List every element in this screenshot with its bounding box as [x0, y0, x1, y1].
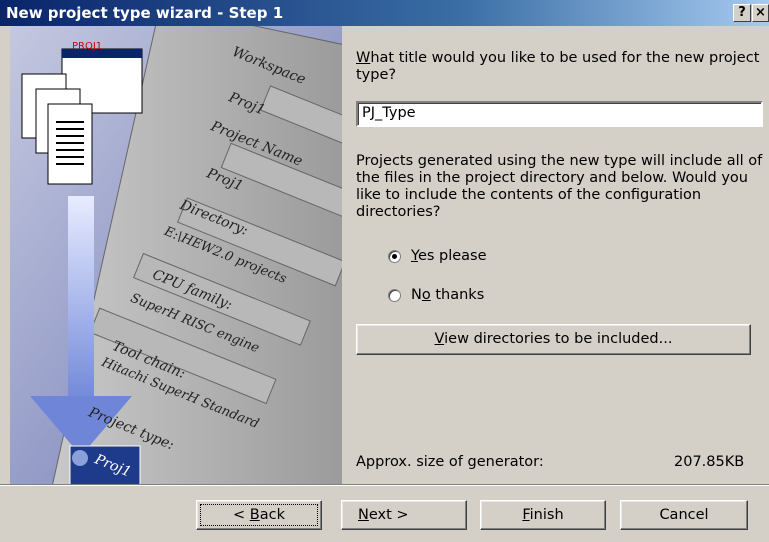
next-button[interactable]: Next >	[341, 500, 467, 530]
radio-indicator[interactable]	[388, 250, 401, 263]
field-value: Proj1	[92, 451, 134, 481]
no-thanks-radio[interactable]: No thanks	[388, 287, 484, 304]
size-label: Approx. size of generator:	[356, 454, 544, 470]
field-value: SuperH RISC engine	[128, 290, 262, 357]
wizard-footer: < Back Next > Finish Cancel	[0, 486, 769, 542]
title-bar: New project type wizard - Step 1 ? ×	[0, 0, 769, 26]
field-label: Workspace	[229, 44, 308, 88]
title-question: What title would you like to be used for…	[356, 50, 760, 83]
size-value: 207.85KB	[674, 454, 745, 470]
field-label: Project Name	[208, 118, 305, 170]
wizard-form: What title would you like to be used for…	[356, 26, 769, 484]
radio-indicator[interactable]	[388, 289, 401, 302]
project-type-title-input[interactable]: PJ_Type	[356, 101, 763, 127]
window-title: New project type wizard - Step 1	[6, 4, 284, 22]
field-value: Proj1	[204, 165, 246, 195]
back-button[interactable]: < Back	[196, 500, 322, 530]
cancel-button[interactable]: Cancel	[620, 500, 748, 530]
yes-please-radio[interactable]: Yes please	[388, 248, 487, 265]
view-directories-button[interactable]: View directories to be included...	[356, 324, 751, 355]
field-label: Project type:	[86, 404, 177, 454]
help-button[interactable]: ?	[733, 4, 751, 22]
field-value: Proj1	[226, 89, 268, 119]
include-question: Projects generated using the new type wi…	[356, 153, 763, 220]
close-button[interactable]: ×	[752, 4, 769, 22]
wizard-illustration: Workspace Proj1 Project Name Proj1 Direc…	[10, 26, 342, 484]
finish-button[interactable]: Finish	[480, 500, 606, 530]
doc-caption: PROJ1	[72, 41, 103, 52]
